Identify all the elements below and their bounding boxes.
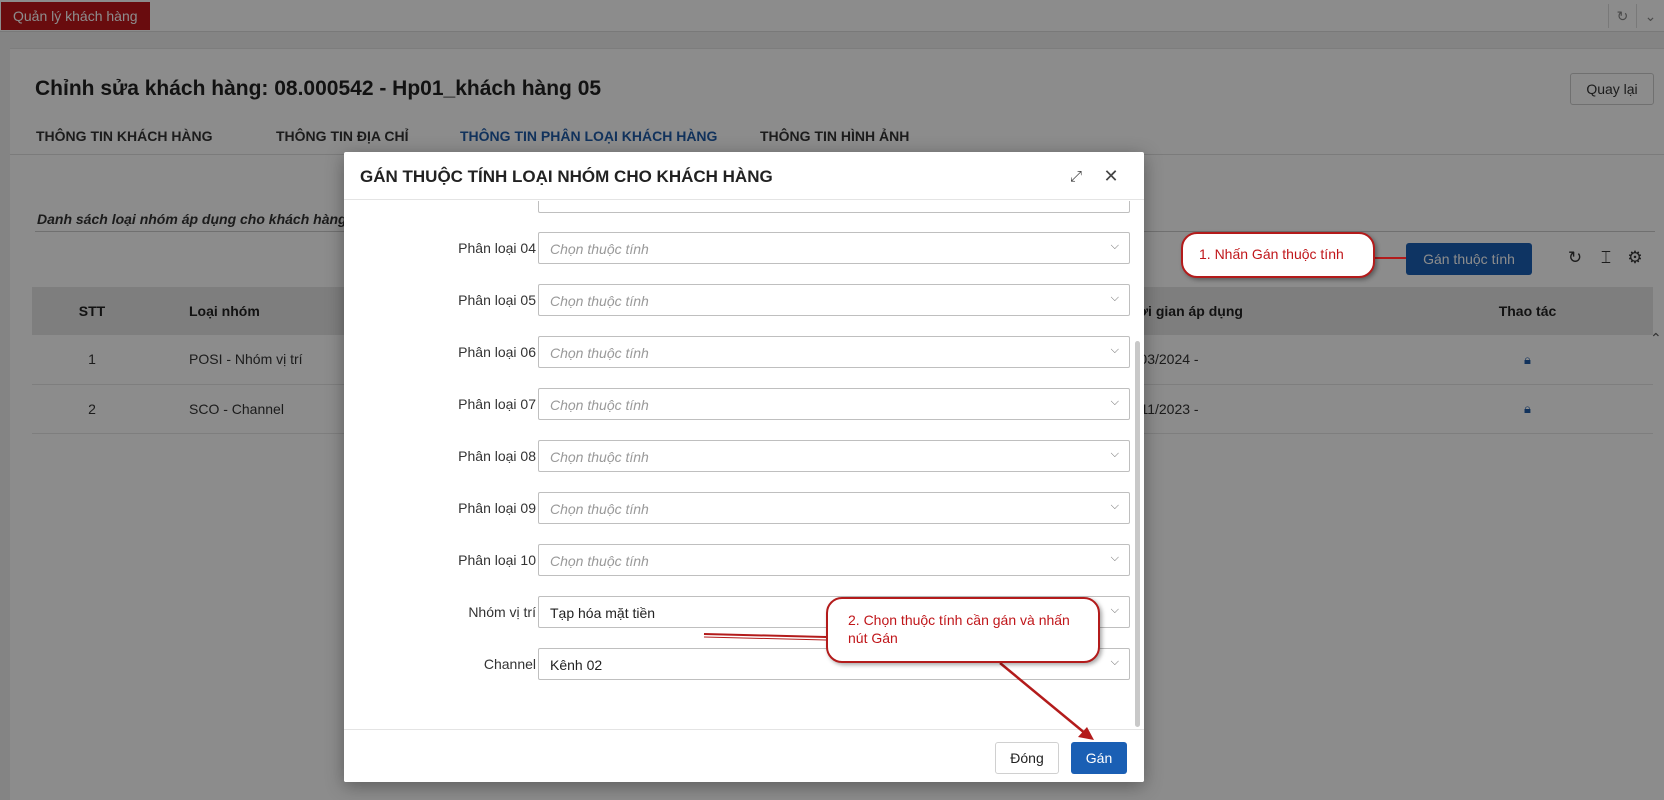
chevron-down-icon: ⌵ xyxy=(1110,448,1119,460)
attribute-select[interactable]: Chọn thuộc tính ⌵ xyxy=(538,232,1130,264)
select-placeholder: Chọn thuộc tính xyxy=(550,449,649,465)
scroll-up-icon[interactable]: ⌃ xyxy=(1650,330,1662,347)
select-placeholder: Chọn thuộc tính xyxy=(550,553,649,569)
chevron-down-icon: ⌵ xyxy=(1110,344,1119,356)
attribute-select[interactable]: ⌵ xyxy=(538,201,1130,213)
field-label: Phân loại 04 xyxy=(458,240,536,256)
select-value: Tạp hóa mặt tiền xyxy=(550,605,656,621)
attribute-select[interactable]: Chọn thuộc tính ⌵ xyxy=(538,544,1130,576)
select-placeholder: Chọn thuộc tính xyxy=(550,397,649,413)
select-placeholder: Chọn thuộc tính xyxy=(550,293,649,309)
chevron-down-icon: ⌵ xyxy=(1110,292,1119,304)
callout-step1: 1. Nhấn Gán thuộc tính xyxy=(1181,232,1375,278)
field-row: Phân loại 08 Chọn thuộc tính ⌵ xyxy=(344,440,1144,472)
select-placeholder: Chọn thuộc tính xyxy=(550,241,649,257)
modal-scrollbar[interactable] xyxy=(1135,341,1140,727)
attribute-select[interactable]: Chọn thuộc tính ⌵ xyxy=(538,388,1130,420)
chevron-down-icon: ⌵ xyxy=(1110,396,1119,408)
field-row: Phân loại 07 Chọn thuộc tính ⌵ xyxy=(344,388,1144,420)
field-row: Phân loại 04 Chọn thuộc tính ⌵ xyxy=(344,232,1144,264)
assign-attribute-modal: GÁN THUỘC TÍNH LOẠI NHÓM CHO KHÁCH HÀNG … xyxy=(344,152,1144,782)
attribute-select[interactable]: Chọn thuộc tính ⌵ xyxy=(538,492,1130,524)
field-row-partial: ⌵ xyxy=(344,201,1144,213)
field-label: Channel xyxy=(483,656,536,672)
attribute-select[interactable]: Chọn thuộc tính ⌵ xyxy=(538,284,1130,316)
chevron-down-icon: ⌵ xyxy=(1110,552,1119,564)
field-label: Phân loại 07 xyxy=(458,396,536,412)
close-icon[interactable]: ✕ xyxy=(1099,164,1123,188)
field-row: Phân loại 05 Chọn thuộc tính ⌵ xyxy=(344,284,1144,316)
chevron-down-icon: ⌵ xyxy=(1111,201,1119,202)
select-value: Kênh 02 xyxy=(550,657,603,673)
modal-body: ⌵ Phân loại 04 Chọn thuộc tính ⌵ Phân lo… xyxy=(344,201,1144,781)
field-label: Phân loại 08 xyxy=(458,448,536,464)
attribute-select[interactable]: Chọn thuộc tính ⌵ xyxy=(538,440,1130,472)
field-label: Phân loại 05 xyxy=(458,292,536,308)
submit-assign-button[interactable]: Gán xyxy=(1071,742,1127,774)
callout-step2: 2. Chọn thuộc tính cần gán và nhấn nút G… xyxy=(826,597,1100,663)
field-label: Nhóm vị trí xyxy=(468,604,536,620)
expand-icon[interactable]: ⤢ xyxy=(1064,164,1088,188)
field-row: Phân loại 09 Chọn thuộc tính ⌵ xyxy=(344,492,1144,524)
chevron-down-icon: ⌵ xyxy=(1110,656,1119,668)
field-label: Phân loại 06 xyxy=(458,344,536,360)
field-label: Phân loại 10 xyxy=(458,552,536,568)
field-row: Phân loại 10 Chọn thuộc tính ⌵ xyxy=(344,544,1144,576)
attribute-select[interactable]: Chọn thuộc tính ⌵ xyxy=(538,336,1130,368)
modal-title: GÁN THUỘC TÍNH LOẠI NHÓM CHO KHÁCH HÀNG xyxy=(360,167,773,186)
chevron-down-icon: ⌵ xyxy=(1110,240,1119,252)
modal-header: GÁN THUỘC TÍNH LOẠI NHÓM CHO KHÁCH HÀNG … xyxy=(344,152,1144,200)
modal-footer: Đóng Gán xyxy=(344,729,1144,782)
field-row: Phân loại 06 Chọn thuộc tính ⌵ xyxy=(344,336,1144,368)
chevron-down-icon: ⌵ xyxy=(1110,604,1119,616)
chevron-down-icon: ⌵ xyxy=(1110,500,1119,512)
select-placeholder: Chọn thuộc tính xyxy=(550,345,649,361)
field-label: Phân loại 09 xyxy=(458,500,536,516)
select-placeholder: Chọn thuộc tính xyxy=(550,501,649,517)
close-button[interactable]: Đóng xyxy=(995,742,1059,774)
